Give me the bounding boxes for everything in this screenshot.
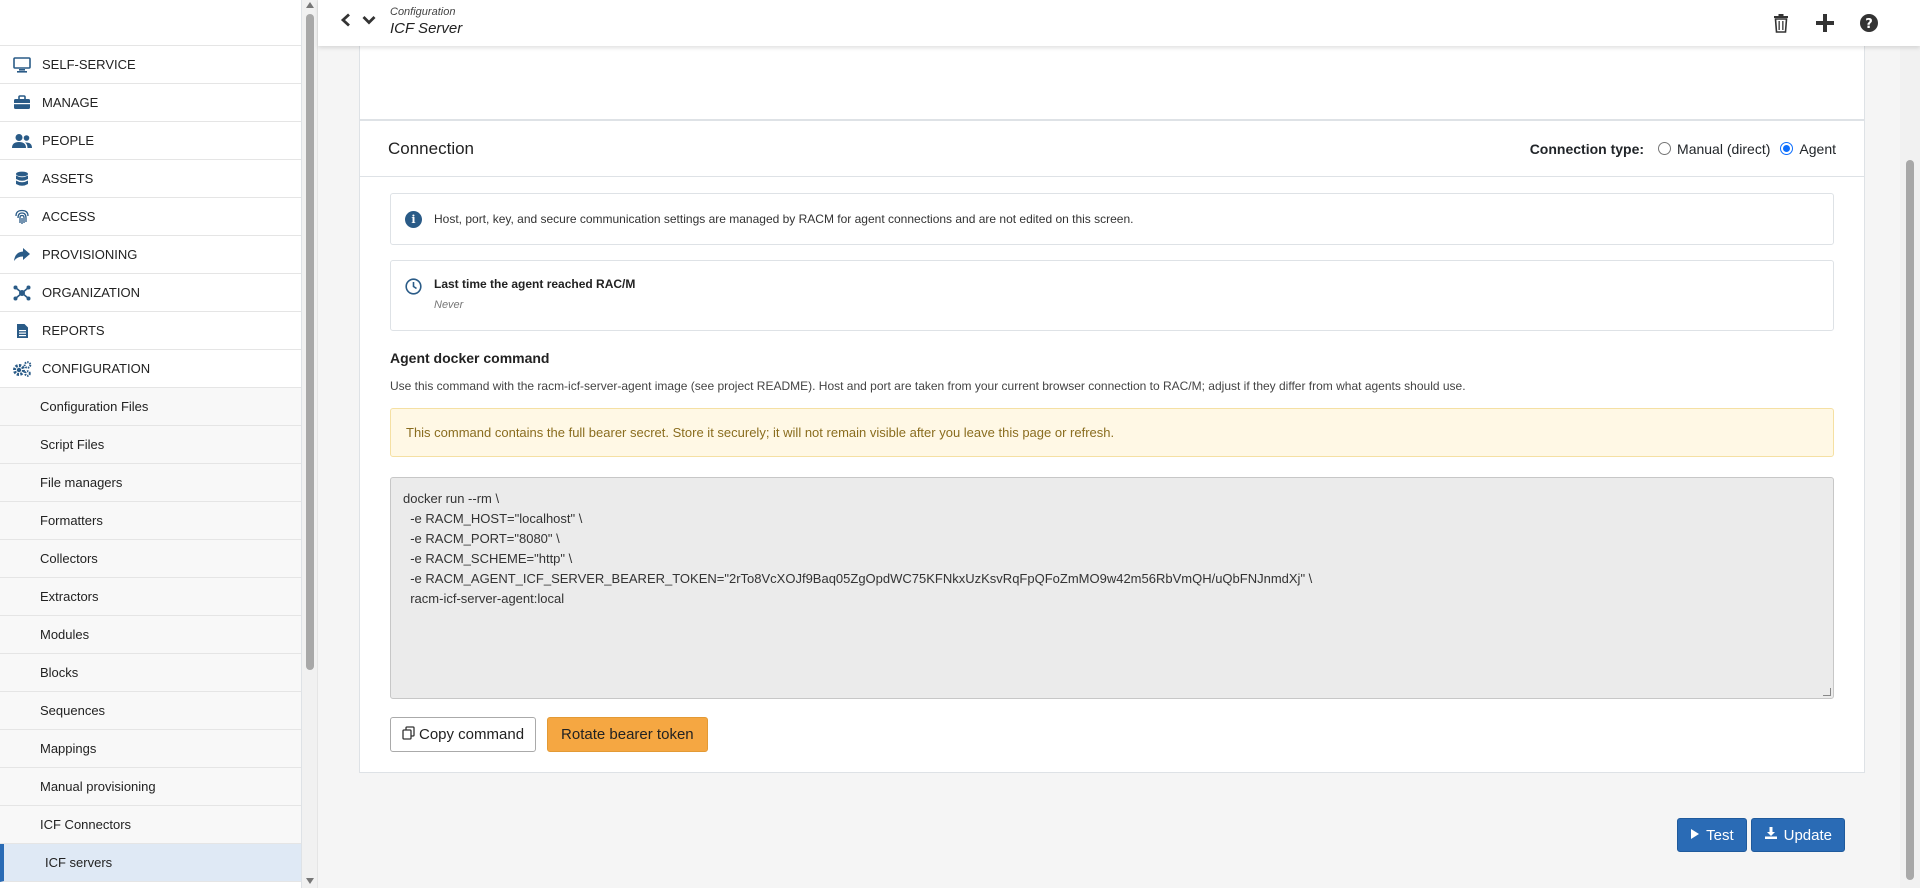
radio-button-selected[interactable] <box>1780 142 1794 155</box>
play-icon <box>1690 827 1700 844</box>
breadcrumb-parent[interactable]: Configuration <box>390 6 462 18</box>
command-actions: Copy command Rotate bearer token <box>390 717 1834 752</box>
sidebar-item-label: PEOPLE <box>42 133 95 148</box>
radio-agent[interactable]: Agent <box>1780 141 1836 157</box>
secret-warning: This command contains the full bearer se… <box>390 408 1834 457</box>
copy-icon <box>402 725 415 744</box>
sidebar-subitem-blocks[interactable]: Blocks <box>0 654 301 692</box>
sidebar-subitem-file-managers[interactable]: File managers <box>0 464 301 502</box>
sidebar-item-reports[interactable]: REPORTS <box>0 312 301 350</box>
chevron-left-icon[interactable] <box>340 13 352 32</box>
docker-command-textarea[interactable]: docker run --rm \ -e RACM_HOST="localhos… <box>390 477 1834 699</box>
info-icon: i <box>405 210 422 228</box>
sidebar: SELF-SERVICE MANAGE PEOPLE ASSETS ACCESS… <box>0 0 302 888</box>
sidebar-item-access[interactable]: ACCESS <box>0 198 301 236</box>
briefcase-icon <box>12 94 32 111</box>
network-icon <box>12 285 32 301</box>
sidebar-subitem-formatters[interactable]: Formatters <box>0 502 301 540</box>
main-scrollbar[interactable] <box>1900 46 1920 888</box>
record-nav <box>340 13 376 32</box>
copy-command-button[interactable]: Copy command <box>390 717 537 752</box>
test-button[interactable]: Test <box>1677 818 1747 852</box>
last-reached-value: Never <box>434 299 464 311</box>
trash-icon[interactable] <box>1770 12 1792 34</box>
sidebar-top <box>0 0 301 46</box>
sidebar-subitem-mappings[interactable]: Mappings <box>0 730 301 768</box>
sidebar-subitem-collectors[interactable]: Collectors <box>0 540 301 578</box>
breadcrumb: Configuration ICF Server <box>390 6 462 37</box>
connection-card-header: Connection Connection type: Manual (dire… <box>360 121 1864 177</box>
sidebar-item-provisioning[interactable]: PROVISIONING <box>0 236 301 274</box>
scroll-up-arrow-icon[interactable] <box>306 2 314 8</box>
monitor-icon <box>12 56 32 73</box>
sidebar-item-label: ACCESS <box>42 209 96 224</box>
download-icon <box>1764 826 1778 844</box>
sidebar-item-label: ORGANIZATION <box>42 285 140 300</box>
sidebar-item-assets[interactable]: ASSETS <box>0 160 301 198</box>
clock-icon <box>405 278 422 295</box>
radio-label: Manual (direct) <box>1677 140 1771 157</box>
footer-actions: Test Update <box>1677 818 1845 852</box>
top-bar: Configuration ICF Server ? <box>318 0 1920 46</box>
sidebar-subitem-modules[interactable]: Modules <box>0 616 301 654</box>
sidebar-scroll-thumb[interactable] <box>306 14 314 670</box>
sidebar-item-organization[interactable]: ORGANIZATION <box>0 274 301 312</box>
rotate-token-button[interactable]: Rotate bearer token <box>547 717 708 752</box>
last-reached-label: Last time the agent reached RAC/M <box>434 277 636 291</box>
previous-card <box>359 40 1865 120</box>
info-alert: i Host, port, key, and secure communicat… <box>390 193 1834 245</box>
sidebar-item-manage[interactable]: MANAGE <box>0 84 301 122</box>
sidebar-item-label: MANAGE <box>42 95 99 110</box>
sidebar-subitem-icf-servers[interactable]: ICF servers <box>0 844 301 882</box>
sidebar-subitem-configuration-files[interactable]: Configuration Files <box>0 388 301 426</box>
sidebar-scrollbar[interactable] <box>302 0 318 888</box>
update-label: Update <box>1783 826 1832 844</box>
sidebar-subitem-manual-provisioning[interactable]: Manual provisioning <box>0 768 301 806</box>
main-scroll-thumb[interactable] <box>1906 160 1914 880</box>
help-icon[interactable]: ? <box>1858 12 1880 34</box>
page-title: ICF Server <box>390 20 463 37</box>
sidebar-item-people[interactable]: PEOPLE <box>0 122 301 160</box>
last-reached-box: Last time the agent reached RAC/M Never <box>390 260 1834 331</box>
docker-command-text: docker run --rm \ -e RACM_HOST="localhos… <box>403 491 1313 606</box>
sidebar-item-label: REPORTS <box>42 323 105 338</box>
sidebar-item-self-service[interactable]: SELF-SERVICE <box>0 46 301 84</box>
users-icon <box>12 133 32 149</box>
share-icon <box>12 247 32 263</box>
connection-title: Connection <box>388 138 475 158</box>
svg-text:?: ? <box>1865 17 1873 32</box>
sidebar-item-label: SELF-SERVICE <box>42 57 136 72</box>
file-icon <box>12 323 32 339</box>
fingerprint-icon <box>12 209 32 225</box>
main-content: Connection Connection type: Manual (dire… <box>318 40 1900 888</box>
sidebar-item-label: CONFIGURATION <box>42 361 151 376</box>
header-actions: ? <box>1770 12 1880 34</box>
test-label: Test <box>1706 826 1734 844</box>
docker-command-title: Agent docker command <box>390 350 550 366</box>
radio-label: Agent <box>1799 140 1836 157</box>
info-text: Host, port, key, and secure communicatio… <box>434 212 1134 226</box>
gears-icon <box>12 360 32 377</box>
scroll-down-arrow-icon[interactable] <box>306 878 314 884</box>
radio-button[interactable] <box>1658 142 1672 155</box>
chevron-down-icon[interactable] <box>362 13 376 32</box>
radio-manual-direct[interactable]: Manual (direct) <box>1658 141 1770 157</box>
sidebar-subitem-sequences[interactable]: Sequences <box>0 692 301 730</box>
plus-icon[interactable] <box>1814 12 1836 34</box>
connection-card: Connection Connection type: Manual (dire… <box>359 120 1865 773</box>
connection-card-body: i Host, port, key, and secure communicat… <box>360 177 1864 768</box>
sidebar-subitem-icf-connectors[interactable]: ICF Connectors <box>0 806 301 844</box>
connection-type-label: Connection type: <box>1529 140 1645 157</box>
sidebar-item-configuration[interactable]: CONFIGURATION <box>0 350 301 388</box>
docker-command-description: Use this command with the racm-icf-serve… <box>390 379 1466 393</box>
copy-command-label: Copy command <box>419 726 525 743</box>
sidebar-item-label: PROVISIONING <box>42 247 138 262</box>
sidebar-item-label: ASSETS <box>42 171 94 186</box>
sidebar-subitem-extractors[interactable]: Extractors <box>0 578 301 616</box>
connection-type: Connection type: Manual (direct) Agent <box>1530 141 1836 157</box>
database-icon <box>12 171 32 187</box>
sidebar-subitem-script-files[interactable]: Script Files <box>0 426 301 464</box>
resize-grip-icon[interactable] <box>1823 688 1831 696</box>
update-button[interactable]: Update <box>1750 818 1845 852</box>
